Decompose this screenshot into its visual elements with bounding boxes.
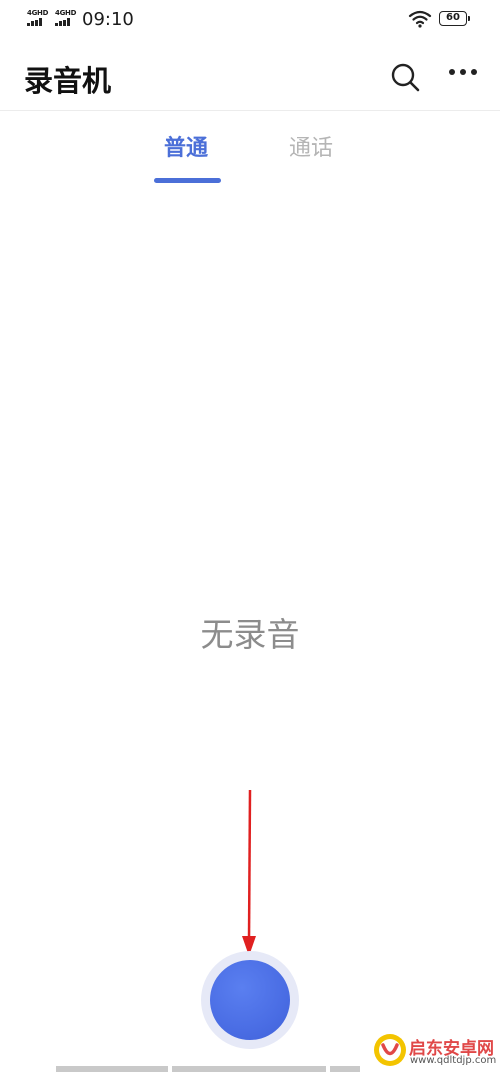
battery-level: 60 [446, 12, 460, 23]
tab-indicator [154, 178, 221, 183]
bottom-strip-left [56, 1066, 168, 1072]
tab-call[interactable]: 通话 [289, 130, 333, 170]
watermark-url: www.qdltdjp.com [410, 1055, 497, 1066]
status-bar: 4GHD 4GHD 09:10 60 [0, 0, 500, 40]
watermark-logo-icon [374, 1034, 406, 1066]
signal-icon: 4GHD [27, 10, 48, 26]
bottom-strip-middle [172, 1066, 326, 1072]
record-button[interactable] [210, 960, 290, 1040]
watermark: 启东安卓网 www.qdltdjp.com [372, 1030, 500, 1072]
tab-normal[interactable]: 普通 [164, 130, 208, 170]
header-divider [0, 110, 500, 111]
network-label-2: 4GHD [55, 9, 77, 17]
network-label: 4GHD [27, 9, 49, 17]
app-header: 录音机 [0, 40, 500, 110]
page-title: 录音机 [24, 64, 112, 98]
wifi-icon [408, 10, 432, 28]
battery-icon: 60 [439, 11, 470, 26]
status-time: 09:10 [82, 9, 134, 30]
annotation-arrow-icon [242, 790, 256, 956]
empty-state-text: 无录音 [200, 615, 300, 654]
signal-icon-2: 4GHD [55, 10, 76, 26]
more-icon[interactable] [444, 60, 484, 94]
bottom-strip-right [330, 1066, 360, 1072]
search-icon[interactable] [388, 60, 422, 94]
